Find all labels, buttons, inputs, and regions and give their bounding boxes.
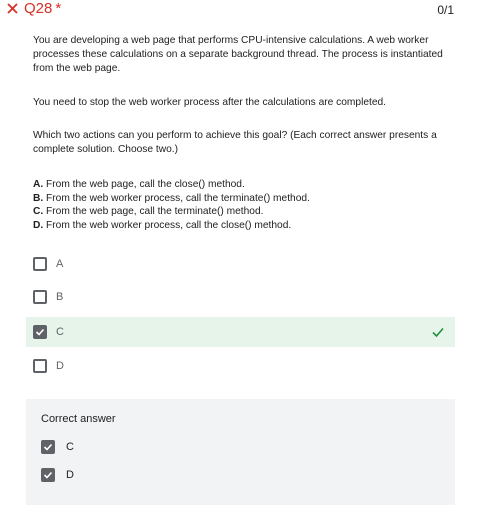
option-line: C. From the web page, call the terminate…: [33, 205, 448, 219]
checkmark-icon: [43, 443, 53, 451]
choice-b[interactable]: B: [26, 282, 455, 312]
option-line: B. From the web worker process, call the…: [33, 192, 448, 206]
question-number: Q28: [24, 0, 53, 17]
correct-answer-panel: Correct answer C D: [26, 399, 455, 505]
required-marker: *: [55, 0, 62, 17]
checkbox-checked: [41, 440, 55, 454]
question-paragraph: You are developing a web page that perfo…: [33, 35, 443, 74]
choice-label: A: [56, 258, 64, 270]
question-paragraph: You need to stop the web worker process …: [33, 97, 386, 108]
choice-d[interactable]: D: [26, 351, 455, 381]
checkmark-icon: [43, 471, 53, 479]
option-line: A. From the web page, call the close() m…: [33, 178, 448, 192]
choice-c[interactable]: C: [26, 317, 455, 347]
checkbox[interactable]: [33, 359, 47, 373]
option-text: From the web worker process, call the te…: [46, 192, 310, 204]
score: 0/1: [437, 3, 454, 17]
option-text: From the web page, call the close() meth…: [46, 179, 245, 190]
choice-label: C: [56, 326, 64, 338]
checkbox-checked: [41, 468, 55, 482]
option-letter: C.: [33, 206, 44, 217]
option-text: From the web worker process, call the cl…: [46, 219, 292, 231]
choice-a[interactable]: A: [26, 249, 455, 279]
checkbox[interactable]: [33, 257, 47, 271]
answer-options-list: A. From the web page, call the close() m…: [33, 178, 448, 232]
correct-check-icon: [432, 327, 444, 338]
checkbox[interactable]: [33, 290, 47, 304]
choice-label: B: [56, 291, 64, 303]
correct-answer-label: C: [66, 441, 74, 453]
choice-label: D: [56, 360, 64, 372]
question-title: Q28 *: [24, 0, 61, 18]
correct-answer-label: D: [66, 469, 74, 481]
option-text: From the web page, call the terminate() …: [46, 206, 264, 217]
question-header: Q28 * 0/1: [0, 0, 480, 20]
option-letter: B.: [33, 192, 44, 204]
checkmark-icon: [35, 328, 45, 336]
close-icon: [7, 3, 18, 14]
option-line: D. From the web worker process, call the…: [33, 219, 448, 233]
option-letter: D.: [33, 219, 44, 231]
checkbox-checked[interactable]: [33, 325, 47, 339]
option-letter: A.: [33, 179, 44, 190]
correct-answer-title: Correct answer: [41, 413, 116, 425]
question-paragraph: Which two actions can you perform to ach…: [33, 130, 437, 155]
